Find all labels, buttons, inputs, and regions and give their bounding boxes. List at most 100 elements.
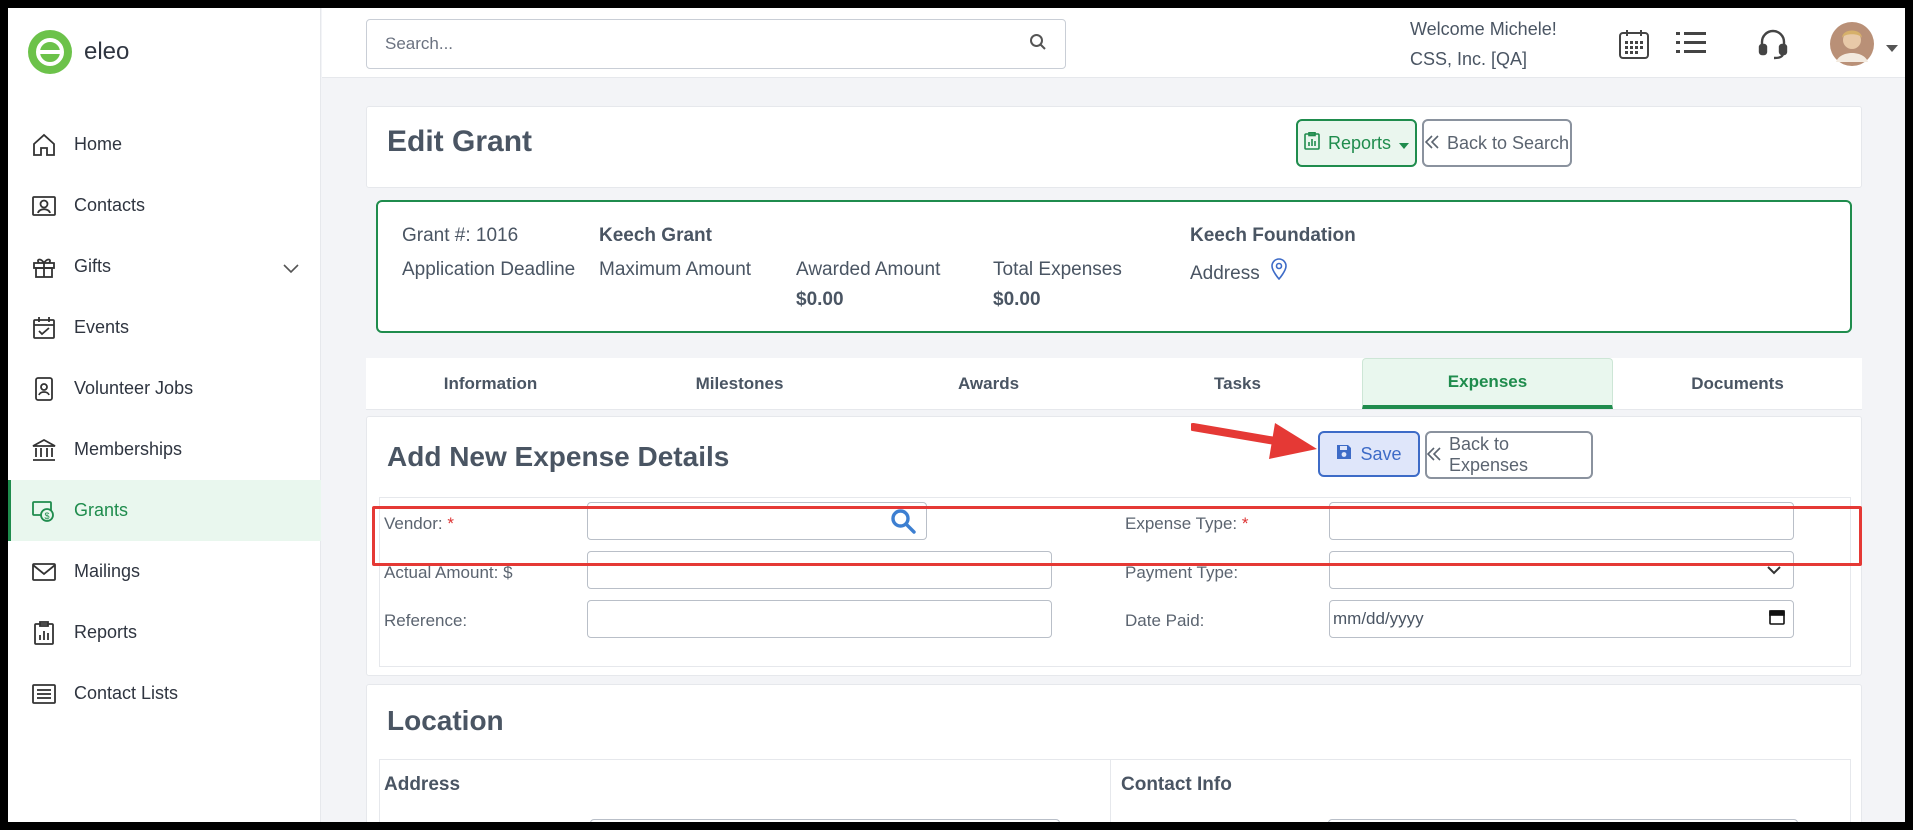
clipboard-chart-icon <box>1304 131 1320 155</box>
grant-summary-card: Grant #: 1016 Application Deadline Keech… <box>376 200 1852 333</box>
date-paid-label: Date Paid: <box>1125 611 1205 630</box>
home-icon <box>30 131 58 159</box>
total-expenses-value: $0.00 <box>993 289 1041 310</box>
foundation-address: Address <box>1190 258 1288 289</box>
page-title: Edit Grant <box>387 125 533 158</box>
sidebar-item-memberships[interactable]: Memberships <box>8 419 321 480</box>
payment-type-label: Payment Type: <box>1125 563 1239 582</box>
vendor-label: Vendor: * <box>384 514 454 534</box>
list-icon <box>30 680 58 708</box>
sidebar-item-label: Grants <box>74 500 129 520</box>
calendar-check-icon <box>30 314 58 342</box>
headset-icon[interactable] <box>1758 28 1788 65</box>
eleo-logo-icon <box>28 30 72 74</box>
calendar-grid-icon[interactable] <box>1618 28 1650 65</box>
envelope-icon <box>30 558 58 586</box>
search-input[interactable] <box>385 34 1029 54</box>
institution-icon <box>30 436 58 464</box>
back-to-expenses-label: Back to Expenses <box>1449 434 1529 475</box>
reference-label: Reference: <box>384 611 468 630</box>
foundation-name: Keech Foundation <box>1190 225 1356 246</box>
welcome-block: Welcome Michele! CSS, Inc. [QA] <box>1410 14 1557 74</box>
avatar[interactable] <box>1830 22 1874 71</box>
awarded-amount-label: Awarded Amount <box>796 259 941 280</box>
contact-info-section-title: Contact Info <box>1121 774 1232 795</box>
awarded-amount-value: $0.00 <box>796 289 844 310</box>
sidebar: eleo Home Contacts Gifts Events Voluntee… <box>8 8 321 822</box>
top-header: Welcome Michele! CSS, Inc. [QA] <box>322 8 1905 78</box>
tab-documents[interactable]: Documents <box>1613 358 1862 409</box>
vendor-label-text: Vendor: <box>384 514 443 533</box>
expense-form-title: Add New Expense Details <box>387 441 730 472</box>
sidebar-item-reports[interactable]: Reports <box>8 602 321 663</box>
sidebar-nav: Home Contacts Gifts Events Volunteer Job… <box>8 114 321 724</box>
reference-input[interactable] <box>587 600 1052 638</box>
caret-down-icon <box>1399 133 1410 154</box>
back-to-search-button[interactable]: Back to Search <box>1422 119 1572 167</box>
back-to-expenses-button[interactable]: Back to Expenses <box>1425 431 1593 479</box>
location-fields: Address Contact Info <box>379 759 1851 822</box>
calendar-icon[interactable] <box>1769 609 1785 630</box>
sidebar-item-events[interactable]: Events <box>8 297 321 358</box>
app-name: eleo <box>84 38 130 65</box>
sidebar-item-contact-lists[interactable]: Contact Lists <box>8 663 321 724</box>
sidebar-item-contacts[interactable]: Contacts <box>8 175 321 236</box>
sidebar-item-gifts[interactable]: Gifts <box>8 236 321 297</box>
reports-button[interactable]: Reports <box>1296 119 1417 167</box>
svg-text:$: $ <box>44 511 49 521</box>
map-pin-icon[interactable] <box>1270 258 1288 289</box>
required-mark: * <box>1241 514 1249 533</box>
tab-information[interactable]: Information <box>366 358 615 409</box>
search-box[interactable] <box>366 19 1066 69</box>
vendor-search-icon[interactable] <box>890 508 916 539</box>
sidebar-item-home[interactable]: Home <box>8 114 321 175</box>
chevron-down-icon[interactable] <box>283 258 299 279</box>
date-paid-input[interactable]: mm/dd/yyyy <box>1329 600 1794 638</box>
payment-type-select[interactable] <box>1329 551 1794 589</box>
maximum-amount-label: Maximum Amount <box>599 259 752 280</box>
contact-input[interactable] <box>1328 819 1798 822</box>
actual-amount-label: Actual Amount: $ <box>384 563 513 582</box>
required-mark: * <box>447 514 454 533</box>
tab-tasks[interactable]: Tasks <box>1113 358 1362 409</box>
contact-card-icon <box>30 192 58 220</box>
sidebar-item-mailings[interactable]: Mailings <box>8 541 321 602</box>
address-section-title: Address <box>384 774 461 795</box>
org-name: CSS, Inc. [QA] <box>1410 49 1528 69</box>
caret-down-icon[interactable] <box>1886 40 1898 58</box>
actual-amount-input[interactable] <box>587 551 1052 589</box>
expense-type-label: Expense Type: * <box>1125 514 1249 534</box>
column-divider <box>1110 760 1111 822</box>
chevron-down-icon <box>1767 560 1781 580</box>
badge-icon <box>30 375 58 403</box>
sidebar-item-label: Reports <box>74 622 138 642</box>
expense-fields: Vendor: * Expense Type: * Actual Amount:… <box>379 497 1851 667</box>
floppy-disk-icon <box>1336 444 1352 465</box>
date-placeholder: mm/dd/yyyy <box>1333 609 1424 628</box>
app-window: eleo Home Contacts Gifts Events Voluntee… <box>8 8 1905 822</box>
welcome-text: Welcome Michele! <box>1410 19 1557 39</box>
tab-milestones[interactable]: Milestones <box>615 358 864 409</box>
search-icon[interactable] <box>1029 33 1047 56</box>
expense-form-card: Add New Expense Details Save Back to Exp… <box>366 416 1862 676</box>
expense-type-input[interactable] <box>1329 502 1794 540</box>
report-icon <box>30 619 58 647</box>
task-list-icon[interactable] <box>1676 30 1706 61</box>
app-logo[interactable]: eleo <box>28 30 129 74</box>
grant-tabs: Information Milestones Awards Tasks Expe… <box>366 358 1862 410</box>
tab-awards[interactable]: Awards <box>864 358 1113 409</box>
tab-expenses[interactable]: Expenses <box>1362 358 1613 409</box>
sidebar-item-grants[interactable]: $ Grants <box>8 480 321 541</box>
sidebar-item-label: Contacts <box>74 195 146 215</box>
save-button[interactable]: Save <box>1318 431 1420 477</box>
grant-number: Grant #: 1016 <box>402 225 519 246</box>
gift-icon <box>30 253 58 281</box>
address-input[interactable] <box>590 819 1060 822</box>
vendor-input[interactable] <box>587 502 927 540</box>
sidebar-item-label: Home <box>74 134 123 154</box>
sidebar-item-label: Contact Lists <box>74 683 179 703</box>
location-card: Location Address Contact Info <box>366 684 1862 822</box>
sidebar-item-label: Mailings <box>74 561 141 581</box>
address-label: Address <box>1190 262 1260 284</box>
sidebar-item-volunteer-jobs[interactable]: Volunteer Jobs <box>8 358 321 419</box>
